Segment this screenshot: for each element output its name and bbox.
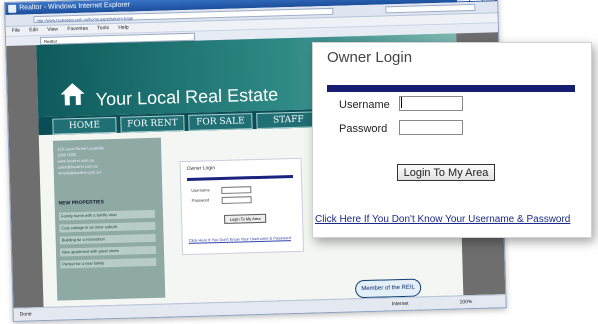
nav-for-sale[interactable]: FOR SALE xyxy=(188,113,253,131)
login-button[interactable]: Login To My Area xyxy=(397,164,495,181)
mini-login-button[interactable]: Login To My Area xyxy=(224,213,267,224)
zoom-level[interactable]: 100% xyxy=(459,296,472,308)
house-icon xyxy=(60,83,85,106)
property-link[interactable]: New apartment with great views xyxy=(59,245,157,257)
username-label: Username xyxy=(339,99,390,111)
login-header-bar xyxy=(327,85,575,92)
mini-login-bar xyxy=(186,174,294,181)
password-label: Password xyxy=(339,123,388,135)
property-link[interactable]: Family home with a terrific view xyxy=(58,209,156,221)
nav-home[interactable]: HOME xyxy=(52,116,117,135)
contact-details: 123 Local Street Localville 1800 0000 ww… xyxy=(57,145,105,176)
menu-tools[interactable]: Tools xyxy=(97,25,109,31)
new-properties-heading: NEW PROPERTIES xyxy=(58,199,105,207)
menu-edit[interactable]: Edit xyxy=(29,27,38,33)
menu-view[interactable]: View xyxy=(47,27,58,33)
forgot-credentials-link[interactable]: Click Here If You Don't Know Your Userna… xyxy=(315,214,570,225)
property-link[interactable]: Perfect for a new family xyxy=(60,257,157,269)
menu-favorites[interactable]: Favorites xyxy=(67,26,88,33)
site-title: Your Local Real Estate xyxy=(95,84,279,110)
password-field[interactable] xyxy=(399,120,463,135)
mini-password-label: Password xyxy=(191,197,210,203)
browser-title: Realtor - Windows Internet Explorer xyxy=(19,1,131,12)
menu-help[interactable]: Help xyxy=(118,25,128,31)
search-input[interactable] xyxy=(385,3,476,14)
mini-username-field[interactable] xyxy=(221,186,252,195)
security-zone: Internet xyxy=(391,300,409,308)
ie-icon xyxy=(8,4,17,13)
mini-password-field[interactable] xyxy=(221,196,252,204)
nav-staff[interactable]: STAFF xyxy=(256,111,321,129)
left-column: 123 Local Street Localville 1800 0000 ww… xyxy=(52,137,166,301)
member-badge: Member of the REIL xyxy=(354,278,422,299)
mini-help-link[interactable]: Click Here If You Don't Know Your Userna… xyxy=(189,235,291,243)
nav-for-rent[interactable]: FOR RENT xyxy=(120,115,185,133)
username-field[interactable] xyxy=(399,96,463,111)
login-title: Owner Login xyxy=(327,49,413,66)
mini-login-title: Owner Login xyxy=(186,165,216,172)
menu-file[interactable]: File xyxy=(12,28,20,34)
text-caret xyxy=(401,97,402,108)
mini-owner-login: Owner Login Username Password Login To M… xyxy=(179,157,305,256)
status-text: Done xyxy=(19,311,32,318)
property-link[interactable]: Building for a renovation xyxy=(59,233,156,245)
owner-login-panel: Owner Login Username Password Login To M… xyxy=(312,42,592,238)
mini-username-label: Username xyxy=(191,187,210,193)
contact-line: rentals@localrei.com.au xyxy=(57,169,101,176)
property-link[interactable]: Cute cottage in an inner suburb xyxy=(59,221,156,233)
